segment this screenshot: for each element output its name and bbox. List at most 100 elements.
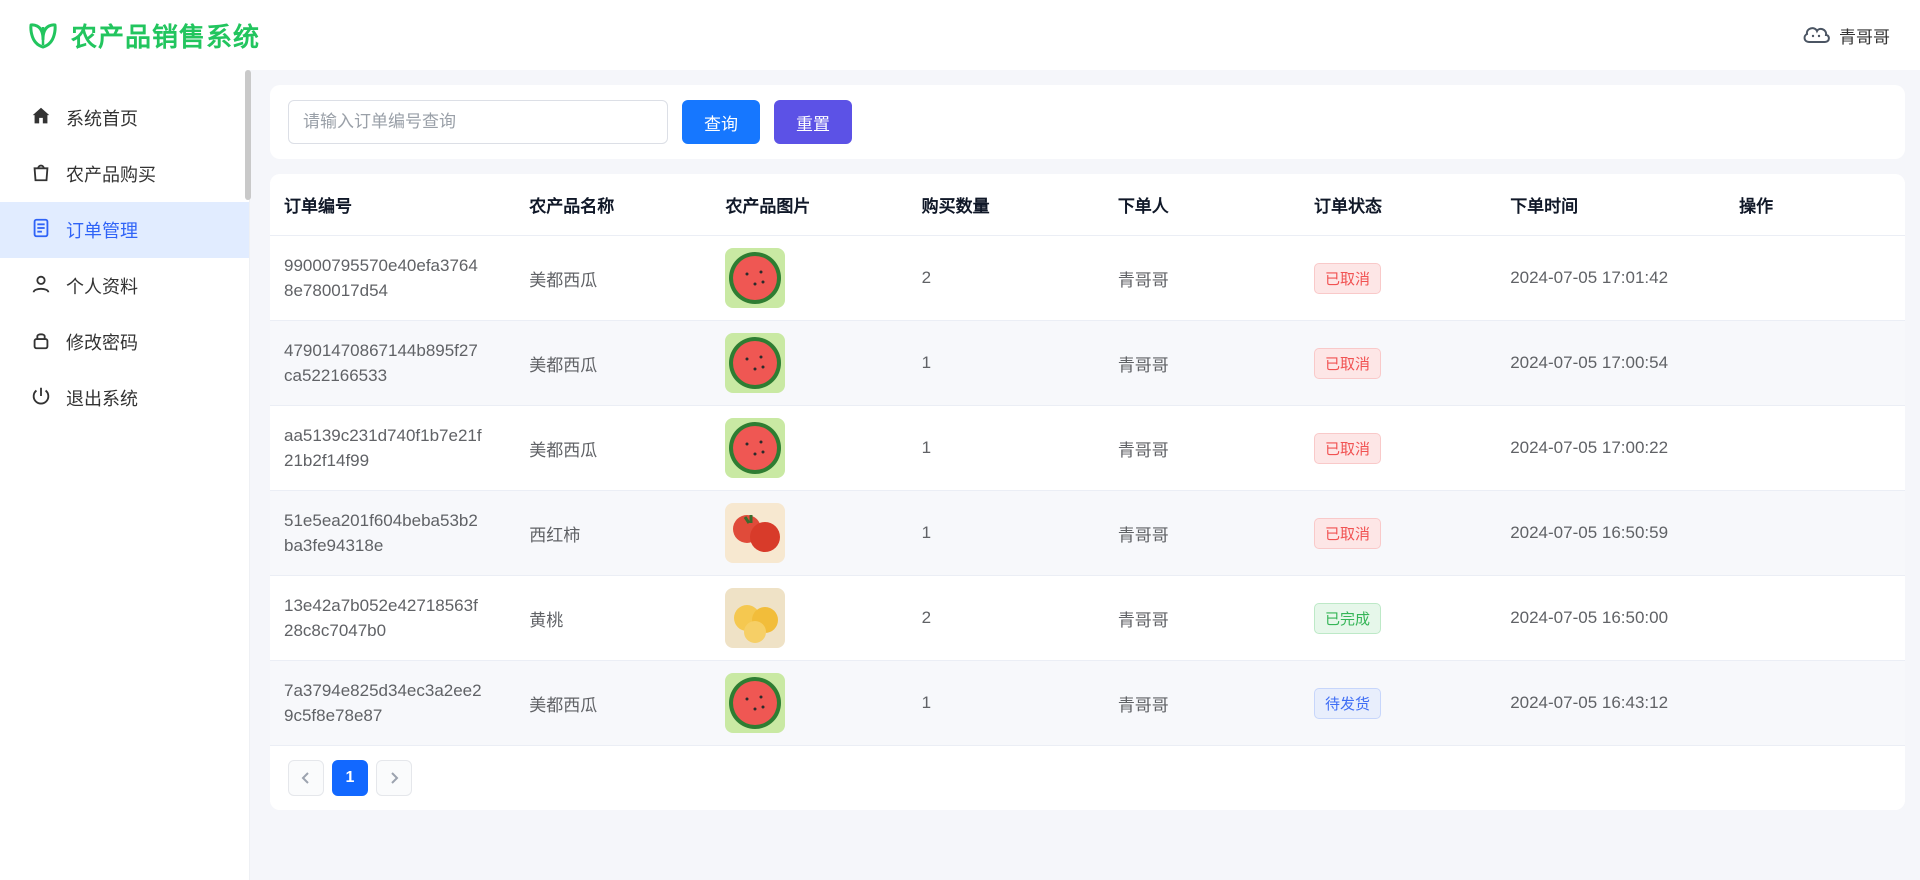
order-time: 2024-07-05 17:01:42 bbox=[1496, 236, 1725, 321]
main: 查询 重置 订单编号农产品名称农产品图片购买数量下单人订单状态下单时间操作 99… bbox=[250, 70, 1920, 880]
product-name: 西红柿 bbox=[515, 491, 711, 576]
pager: 1 bbox=[270, 746, 1905, 810]
th-1: 农产品名称 bbox=[515, 174, 711, 236]
order-time: 2024-07-05 17:00:22 bbox=[1496, 406, 1725, 491]
status-badge: 待发货 bbox=[1314, 688, 1381, 719]
table-row: 99000795570e40efa37648e780017d54 美都西瓜 2青哥哥… bbox=[270, 236, 1905, 321]
reset-button[interactable]: 重置 bbox=[774, 100, 852, 144]
status-badge: 已取消 bbox=[1314, 348, 1381, 379]
th-0: 订单编号 bbox=[270, 174, 515, 236]
order-time: 2024-07-05 16:50:00 bbox=[1496, 576, 1725, 661]
actions-cell bbox=[1725, 406, 1905, 491]
buyer: 青哥哥 bbox=[1104, 491, 1300, 576]
table-row: 51e5ea201f604beba53b2ba3fe94318e 西红柿 1青哥哥已… bbox=[270, 491, 1905, 576]
sidebar-item-label: 退出系统 bbox=[66, 385, 138, 411]
order-id: 51e5ea201f604beba53b2ba3fe94318e bbox=[284, 508, 484, 559]
product-name: 美都西瓜 bbox=[515, 321, 711, 406]
order-time: 2024-07-05 16:43:12 bbox=[1496, 661, 1725, 746]
home-icon bbox=[30, 105, 52, 132]
actions-cell bbox=[1725, 661, 1905, 746]
order-id: 7a3794e825d34ec3a2ee29c5f8e78e87 bbox=[284, 678, 484, 729]
pager-page-1[interactable]: 1 bbox=[332, 760, 368, 796]
order-id: aa5139c231d740f1b7e21f21b2f14f99 bbox=[284, 423, 484, 474]
th-2: 农产品图片 bbox=[711, 174, 907, 236]
buyer: 青哥哥 bbox=[1104, 661, 1300, 746]
power-icon bbox=[30, 385, 52, 412]
th-7: 操作 bbox=[1725, 174, 1905, 236]
lock-icon bbox=[30, 329, 52, 356]
bag-icon bbox=[30, 161, 52, 188]
order-id: 47901470867144b895f27ca522166533 bbox=[284, 338, 484, 389]
sidebar-item-4[interactable]: 修改密码 bbox=[0, 314, 249, 370]
th-4: 下单人 bbox=[1104, 174, 1300, 236]
product-name: 美都西瓜 bbox=[515, 236, 711, 321]
qty: 2 bbox=[908, 236, 1104, 321]
product-name: 美都西瓜 bbox=[515, 406, 711, 491]
qty: 1 bbox=[908, 406, 1104, 491]
table-row: aa5139c231d740f1b7e21f21b2f14f99 美都西瓜 1青哥哥… bbox=[270, 406, 1905, 491]
buyer: 青哥哥 bbox=[1104, 321, 1300, 406]
qty: 2 bbox=[908, 576, 1104, 661]
username: 青哥哥 bbox=[1839, 23, 1890, 48]
query-button[interactable]: 查询 bbox=[682, 100, 760, 144]
sidebar: 系统首页农产品购买订单管理个人资料修改密码退出系统 bbox=[0, 70, 250, 880]
product-image bbox=[725, 588, 785, 648]
table-row: 47901470867144b895f27ca522166533 美都西瓜 1青哥哥… bbox=[270, 321, 1905, 406]
buyer: 青哥哥 bbox=[1104, 576, 1300, 661]
actions-cell bbox=[1725, 236, 1905, 321]
product-name: 美都西瓜 bbox=[515, 661, 711, 746]
sidebar-item-2[interactable]: 订单管理 bbox=[0, 202, 249, 258]
order-id: 99000795570e40efa37648e780017d54 bbox=[284, 253, 484, 304]
qty: 1 bbox=[908, 661, 1104, 746]
header: 农产品销售系统 青哥哥 bbox=[0, 0, 1920, 70]
sidebar-item-label: 系统首页 bbox=[66, 105, 138, 131]
pager-next[interactable] bbox=[376, 760, 412, 796]
sidebar-item-5[interactable]: 退出系统 bbox=[0, 370, 249, 426]
brand: 农产品销售系统 bbox=[25, 17, 260, 54]
orders-table: 订单编号农产品名称农产品图片购买数量下单人订单状态下单时间操作 99000795… bbox=[270, 174, 1905, 746]
table-row: 7a3794e825d34ec3a2ee29c5f8e78e87 美都西瓜 1青哥哥… bbox=[270, 661, 1905, 746]
pager-prev[interactable] bbox=[288, 760, 324, 796]
status-badge: 已取消 bbox=[1314, 263, 1381, 294]
th-5: 订单状态 bbox=[1300, 174, 1496, 236]
status-badge: 已完成 bbox=[1314, 603, 1381, 634]
buyer: 青哥哥 bbox=[1104, 236, 1300, 321]
status-badge: 已取消 bbox=[1314, 518, 1381, 549]
actions-cell bbox=[1725, 576, 1905, 661]
search-input[interactable] bbox=[288, 100, 668, 144]
th-3: 购买数量 bbox=[908, 174, 1104, 236]
sidebar-item-label: 修改密码 bbox=[66, 329, 138, 355]
user-area[interactable]: 青哥哥 bbox=[1801, 22, 1890, 48]
sidebar-item-3[interactable]: 个人资料 bbox=[0, 258, 249, 314]
person-icon bbox=[30, 273, 52, 300]
product-name: 黄桃 bbox=[515, 576, 711, 661]
actions-cell bbox=[1725, 321, 1905, 406]
product-image bbox=[725, 333, 785, 393]
th-6: 下单时间 bbox=[1496, 174, 1725, 236]
logo-icon bbox=[25, 17, 61, 53]
cloud-icon bbox=[1801, 22, 1831, 48]
table-row: 13e42a7b052e42718563f28c8c7047b0 黄桃 2青哥哥已完… bbox=[270, 576, 1905, 661]
app-title: 农产品销售系统 bbox=[71, 17, 260, 54]
status-badge: 已取消 bbox=[1314, 433, 1381, 464]
product-image bbox=[725, 503, 785, 563]
product-image bbox=[725, 418, 785, 478]
actions-cell bbox=[1725, 491, 1905, 576]
sidebar-item-label: 农产品购买 bbox=[66, 161, 156, 187]
order-time: 2024-07-05 17:00:54 bbox=[1496, 321, 1725, 406]
order-id: 13e42a7b052e42718563f28c8c7047b0 bbox=[284, 593, 484, 644]
sidebar-scrollbar[interactable] bbox=[245, 70, 251, 200]
product-image bbox=[725, 248, 785, 308]
sidebar-item-1[interactable]: 农产品购买 bbox=[0, 146, 249, 202]
qty: 1 bbox=[908, 321, 1104, 406]
sidebar-item-label: 个人资料 bbox=[66, 273, 138, 299]
order-icon bbox=[30, 217, 52, 244]
buyer: 青哥哥 bbox=[1104, 406, 1300, 491]
order-time: 2024-07-05 16:50:59 bbox=[1496, 491, 1725, 576]
product-image bbox=[725, 673, 785, 733]
sidebar-item-label: 订单管理 bbox=[66, 217, 138, 243]
table-panel: 订单编号农产品名称农产品图片购买数量下单人订单状态下单时间操作 99000795… bbox=[270, 174, 1905, 810]
search-panel: 查询 重置 bbox=[270, 85, 1905, 159]
qty: 1 bbox=[908, 491, 1104, 576]
sidebar-item-0[interactable]: 系统首页 bbox=[0, 90, 249, 146]
